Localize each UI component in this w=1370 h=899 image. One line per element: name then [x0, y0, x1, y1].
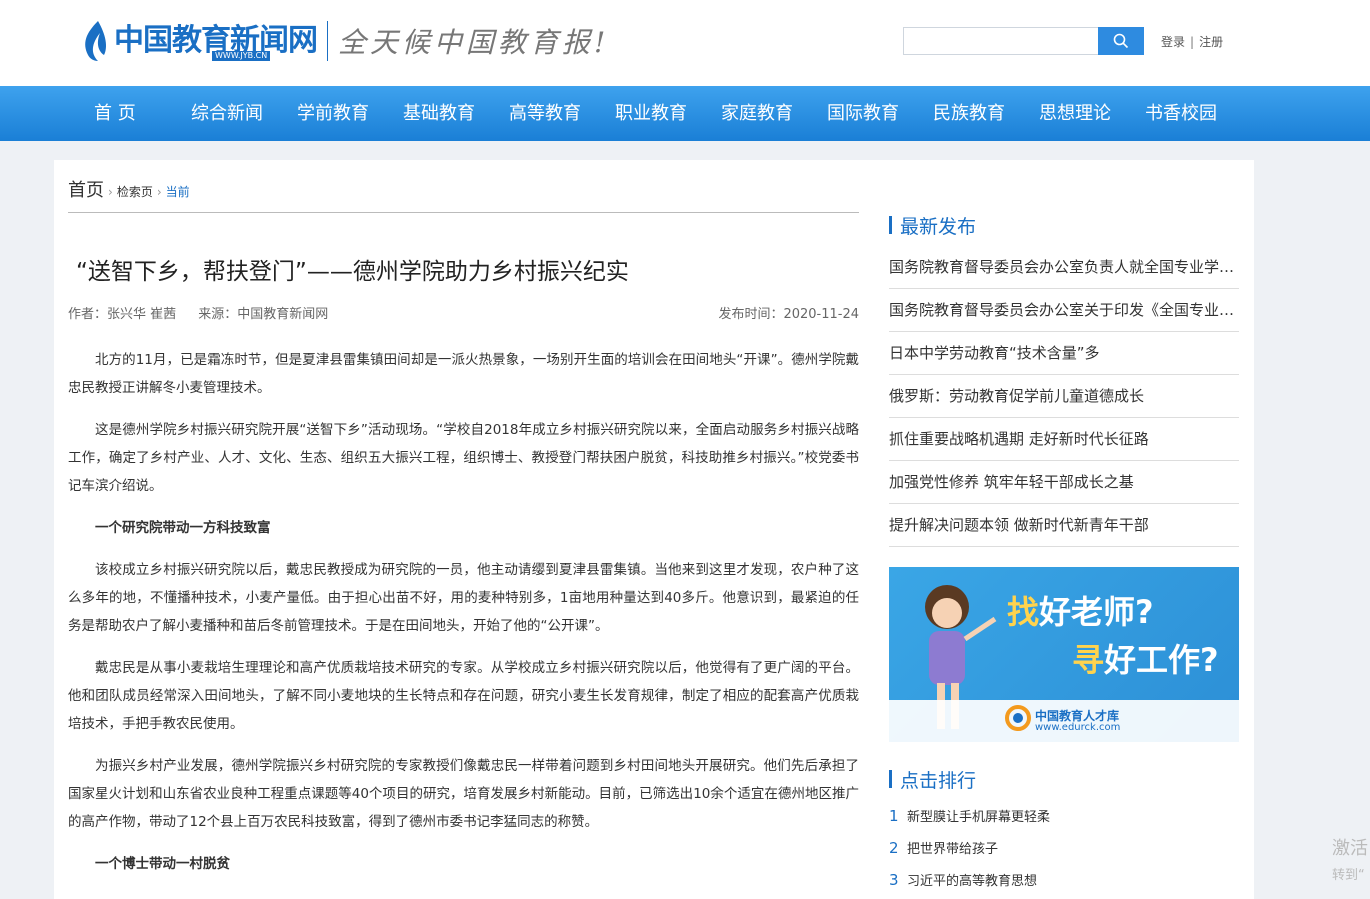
- rank-number: 1: [889, 807, 899, 825]
- article-paragraph: 这是德州学院乡村振兴研究院开展“送智下乡”活动现场。“学校自2018年成立乡村振…: [68, 422, 859, 494]
- site-logo[interactable]: 中国教育新闻网 WWW.JYB.CN 全天候中国教育报!: [80, 18, 609, 64]
- list-item[interactable]: 提升解决问题本领 做新时代新青年干部: [889, 504, 1239, 547]
- article-paragraph: 北方的11月，已是霜冻时节，但是夏津县雷集镇田间却是一派火热景象，一场别开生面的…: [68, 352, 859, 396]
- nav-item-ethnic[interactable]: 民族教育: [933, 86, 1005, 141]
- banner-line2-highlight: 寻: [1072, 641, 1105, 679]
- list-item[interactable]: 加强党性修养 筑牢年轻干部成长之基: [889, 461, 1239, 504]
- login-link[interactable]: 登录: [1161, 35, 1185, 49]
- section-marker: [889, 770, 892, 788]
- auth-separator: |: [1190, 35, 1195, 49]
- banner-url: www.edurck.com: [1035, 722, 1121, 733]
- banner-line1-highlight: 找: [1007, 593, 1040, 631]
- register-link[interactable]: 注册: [1199, 35, 1223, 49]
- banner-line2-text: 好工作?: [1104, 641, 1219, 679]
- recruit-banner[interactable]: 找好老师? 寻好工作? 中国教育人才库 www.edurck.com: [889, 567, 1239, 742]
- article-meta: 作者：张兴华 崔茜 来源：中国教育新闻网 发布时间：2020-11-24: [68, 303, 859, 322]
- nav-item-higher-education[interactable]: 高等教育: [509, 86, 581, 141]
- banner-line1-text: 好老师?: [1039, 593, 1154, 631]
- breadcrumb: 首页 › 检索页 › 当前: [68, 176, 190, 202]
- list-item[interactable]: 国务院教育督导委员会办公室关于印发《全国专业学位水平评估实施方案》的通知: [889, 289, 1239, 332]
- auth-links: 登录 | 注册: [1161, 33, 1223, 50]
- search-bar: [903, 27, 1144, 55]
- nav-item-vocational[interactable]: 职业教育: [615, 86, 687, 141]
- breadcrumb-home[interactable]: 首页: [68, 176, 104, 202]
- section-marker: [889, 216, 892, 234]
- rank-title: 点击排行: [900, 769, 977, 792]
- nav-item-home[interactable]: 首 页: [94, 86, 136, 141]
- rank-header: 点击排行: [889, 764, 1239, 794]
- list-item[interactable]: 国务院教育督导委员会办公室负责人就全国专业学位水平评估答记者问: [889, 246, 1239, 289]
- rank-number: 2: [889, 839, 899, 857]
- rank-text: 新型膜让手机屏幕更轻柔: [907, 810, 1051, 825]
- latest-title: 最新发布: [900, 215, 977, 238]
- list-item[interactable]: 日本中学劳动教育“技术含量”多: [889, 332, 1239, 375]
- article-source: 来源：中国教育新闻网: [198, 307, 329, 322]
- search-input[interactable]: [903, 27, 1098, 55]
- divider: [68, 212, 859, 213]
- article-title: “送智下乡，帮扶登门”——德州学院助力乡村振兴纪实: [76, 259, 629, 285]
- article-paragraph: 为振兴乡村产业发展，德州学院振兴乡村研究院的专家教授们像戴忠民一样带着问题到乡村…: [68, 758, 859, 830]
- nav-item-general-news[interactable]: 综合新闻: [191, 86, 263, 141]
- rank-number: 3: [889, 871, 899, 889]
- banner-line2: 寻好工作?: [1072, 635, 1219, 681]
- nav-item-family[interactable]: 家庭教育: [721, 86, 793, 141]
- rank-text: 把世界带给孩子: [907, 842, 999, 857]
- list-item[interactable]: 抓住重要战略机遇期 走好新时代长征路: [889, 418, 1239, 461]
- nav-item-preschool[interactable]: 学前教育: [297, 86, 369, 141]
- article-subheading: 一个博士带动一村脱贫: [95, 856, 230, 872]
- latest-list: 国务院教育督导委员会办公室负责人就全国专业学位水平评估答记者问 国务院教育督导委…: [889, 246, 1239, 547]
- article-date: 发布时间：2020-11-24: [718, 307, 859, 322]
- list-item[interactable]: 俄罗斯：劳动教育促学前儿童道德成长: [889, 375, 1239, 418]
- article-subheading: 一个研究院带动一方科技致富: [95, 520, 271, 536]
- latest-header: 最新发布: [889, 210, 1239, 240]
- nav-item-international[interactable]: 国际教育: [827, 86, 899, 141]
- rank-item[interactable]: 2 把世界带给孩子: [889, 832, 1239, 864]
- activation-watermark-sub: 转到“: [1332, 868, 1365, 883]
- rank-list: 1 新型膜让手机屏幕更轻柔 2 把世界带给孩子 3 习近平的高等教育思想: [889, 800, 1239, 896]
- banner-line1: 找好老师?: [1007, 587, 1154, 633]
- rank-item[interactable]: 1 新型膜让手机屏幕更轻柔: [889, 800, 1239, 832]
- search-button[interactable]: [1098, 27, 1144, 55]
- logo-slogan: 全天候中国教育报!: [338, 26, 610, 59]
- nav-item-campus[interactable]: 书香校园: [1145, 86, 1217, 141]
- site-header: 中国教育新闻网 WWW.JYB.CN 全天候中国教育报! 登录 | 注册: [0, 0, 1370, 86]
- activation-watermark: 激活: [1332, 838, 1368, 859]
- breadcrumb-current: 当前: [165, 185, 190, 199]
- rank-text: 习近平的高等教育思想: [907, 874, 1038, 889]
- chevron-right-icon: ›: [156, 185, 162, 199]
- article-paragraph: 该校成立乡村振兴研究院以后，戴忠民教授成为研究院的一员，他主动请缨到夏津县雷集镇…: [68, 562, 859, 634]
- talent-logo-icon: [1005, 705, 1031, 731]
- logo-url: WWW.JYB.CN: [212, 51, 271, 61]
- breadcrumb-search[interactable]: 检索页: [117, 183, 153, 200]
- article-paragraph: 戴忠民是从事小麦栽培生理理论和高产优质栽培技术研究的专家。从学校成立乡村振兴研究…: [68, 660, 859, 732]
- main-content: 首页 › 检索页 › 当前 “送智下乡，帮扶登门”——德州学院助力乡村振兴纪实 …: [54, 160, 1254, 899]
- main-nav: 首 页 综合新闻 学前教育 基础教育 高等教育 职业教育 家庭教育 国际教育 民…: [0, 86, 1370, 141]
- nav-item-theory[interactable]: 思想理论: [1039, 86, 1111, 141]
- logo-separator: [327, 21, 328, 61]
- article-body: 北方的11月，已是霜冻时节，但是夏津县雷集镇田间却是一派火热景象，一场别开生面的…: [68, 346, 859, 892]
- rank-item[interactable]: 3 习近平的高等教育思想: [889, 864, 1239, 896]
- flame-logo-icon: [85, 21, 106, 61]
- nav-item-basic-education[interactable]: 基础教育: [403, 86, 475, 141]
- chevron-right-icon: ›: [108, 185, 113, 199]
- search-icon: [1113, 33, 1129, 49]
- sidebar: 最新发布 国务院教育督导委员会办公室负责人就全国专业学位水平评估答记者问 国务院…: [889, 210, 1239, 896]
- article-author: 作者：张兴华 崔茜: [68, 307, 177, 322]
